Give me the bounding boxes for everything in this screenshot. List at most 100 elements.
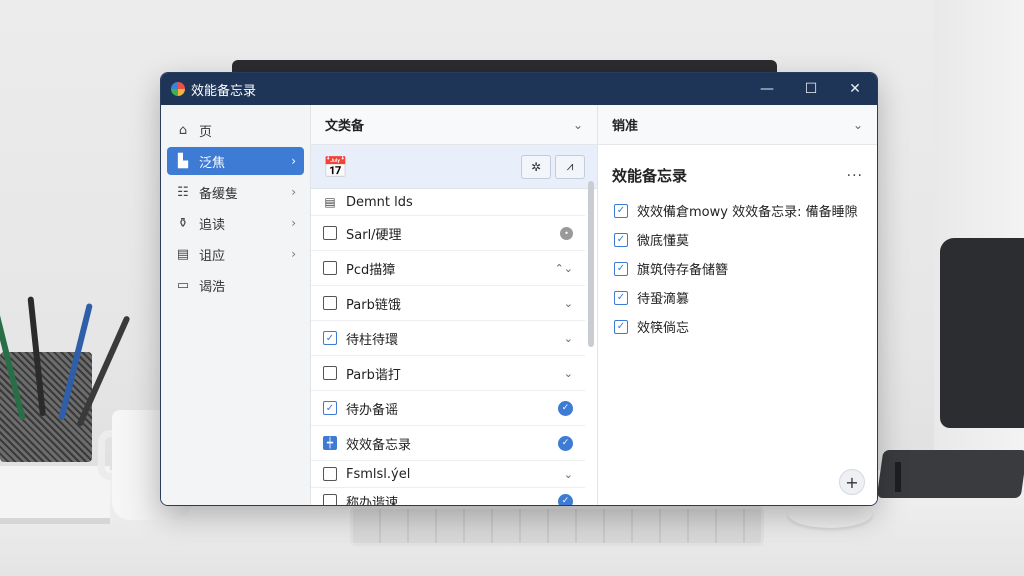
window-controls: — ☐ ✕ [745, 73, 877, 105]
checklist-checkbox[interactable]: ✓ [614, 261, 628, 276]
checklist-checkbox[interactable]: ✓ [614, 319, 628, 334]
list-toolbar: 📅 ✲ ⩘ [311, 145, 597, 189]
list-icon: ☷ [177, 184, 189, 200]
sort-button[interactable]: ⩘ [555, 154, 585, 179]
checklist-item[interactable]: ✓ 微底懂莫 [598, 225, 877, 254]
office-chair [940, 238, 1024, 428]
task-row[interactable]: ▤ Demnt lds [311, 189, 585, 216]
chevron-down-icon[interactable]: ⌄ [573, 118, 583, 132]
checklist-item[interactable]: ✓ 待蛩滴篡 [598, 283, 877, 312]
task-label: Parb链饿 [346, 297, 401, 313]
task-label: Parb谐打 [346, 367, 401, 383]
task-checkbox[interactable] [323, 494, 337, 505]
app-logo-icon [171, 82, 185, 96]
task-row[interactable]: Pcd描獐 ⌃⌄ [311, 251, 585, 286]
task-label: 效效备忘录 [346, 437, 412, 453]
task-row[interactable]: 称办谐谏 ✓ [311, 488, 585, 506]
add-button[interactable]: + [839, 469, 865, 495]
task-label: Pcd描獐 [346, 262, 396, 278]
task-checkbox[interactable] [323, 226, 337, 240]
task-label: Demnt lds [346, 194, 413, 210]
detail-header-title: 销准 [612, 119, 639, 134]
sidebar: ⌂ 页 ▙ 泛焦 › ☷ 备缓隻 › ⚱ 追读 › ▤ 诅应 › ▭ 谒浩 [161, 105, 311, 505]
chevron-down-icon[interactable]: ⌄ [564, 468, 573, 481]
checklist-checkbox[interactable]: ✓ [614, 203, 628, 218]
task-label: 待柱待環 [346, 332, 399, 348]
title-bar: 效能备忘录 — ☐ ✕ [161, 73, 877, 105]
task-row[interactable]: Parb链饿 ⌄ [311, 286, 585, 321]
checklist-item[interactable]: ✓ 效筷倘忘 [598, 312, 877, 341]
task-row[interactable]: Sarl/硬理 • [311, 216, 585, 251]
checklist-item-label: 效效備倉mowy 效效备忘录: 備备睡隙 [637, 205, 858, 220]
checklist-item-label: 微底懂莫 [637, 234, 690, 249]
minimize-button[interactable]: — [745, 73, 789, 105]
window-title: 效能备忘录 [191, 83, 257, 99]
task-row[interactable]: Fsmlsl.ýel ⌄ [311, 461, 585, 488]
filter-button[interactable]: ✲ [521, 154, 551, 179]
more-options-icon[interactable]: ··· [847, 168, 863, 184]
list-header[interactable]: 文类备 ⌄ [311, 105, 597, 145]
completed-icon[interactable]: ✓ [558, 400, 573, 416]
sidebar-item-label: 页 [199, 124, 213, 140]
completed-icon[interactable]: ✓ [558, 493, 573, 505]
checklist-item-label: 待蛩滴篡 [637, 292, 690, 307]
task-row[interactable]: ┿ 效效备忘录 ✓ [311, 426, 585, 461]
task-row[interactable]: ✓ 待柱待環 ⌄ [311, 321, 585, 356]
sidebar-item[interactable]: ⚱ 追读 › [167, 209, 304, 237]
checklist-checkbox[interactable]: ✓ [614, 232, 628, 247]
checklist: ✓ 效效備倉mowy 效效备忘录: 備备睡隙 ✓ 微底懂莫 ✓ 旗筑侍存备储簪 ✓ 待蛩滴篡 ✓… [598, 196, 877, 341]
task-checkbox[interactable]: ✓ [323, 401, 337, 415]
chevron-down-icon[interactable]: ⌄ [853, 118, 863, 132]
close-button[interactable]: ✕ [833, 73, 877, 105]
status-dot-icon[interactable]: • [560, 226, 573, 240]
scrollbar[interactable] [588, 181, 594, 347]
sidebar-item[interactable]: ⌂ 页 [167, 116, 304, 144]
task-checkbox[interactable] [323, 467, 337, 481]
home-icon: ⌂ [178, 122, 188, 138]
detail-title: 效能备忘录 [612, 167, 688, 185]
folder-icon: ▤ [176, 246, 190, 262]
sidebar-item[interactable]: ☷ 备缓隻 › [167, 178, 304, 206]
chevron-down-icon[interactable]: ⌄ [564, 332, 573, 345]
chevron-right-icon: › [291, 247, 296, 261]
chevron-right-icon: › [291, 185, 296, 199]
notebook-strap [895, 462, 901, 492]
chevron-right-icon: › [291, 154, 296, 168]
chevron-down-icon[interactable]: ⌄ [564, 297, 573, 310]
calendar-icon[interactable]: 📅 [323, 155, 348, 179]
task-checkbox[interactable]: ┿ [323, 436, 337, 450]
maximize-button[interactable]: ☐ [789, 73, 833, 105]
checklist-checkbox[interactable]: ✓ [614, 290, 628, 305]
sidebar-item-label: 诅应 [199, 248, 226, 264]
tag-icon: ⚱ [177, 215, 189, 231]
sidebar-item[interactable]: ▙ 泛焦 › [167, 147, 304, 175]
sidebar-item[interactable]: ▤ 诅应 › [167, 240, 304, 268]
calendar-icon: ▤ [324, 195, 336, 209]
detail-panel: 销准 ⌄ 效能备忘录 ··· ✓ 效效備倉mowy 效效备忘录: 備备睡隙 ✓ 微底懂… [598, 105, 877, 505]
chevron-down-icon[interactable]: ⌃⌄ [555, 262, 573, 275]
task-label: 待办备谣 [346, 402, 399, 418]
checklist-item[interactable]: ✓ 效效備倉mowy 效效备忘录: 備备睡隙 [598, 196, 877, 225]
detail-header[interactable]: 销准 ⌄ [598, 105, 877, 145]
task-checkbox[interactable] [323, 296, 337, 310]
bookmark-icon: ▙ [178, 153, 188, 169]
checklist-item[interactable]: ✓ 旗筑侍存备储簪 [598, 254, 877, 283]
pen-holder [0, 352, 92, 462]
list-header-title: 文类备 [325, 119, 365, 134]
completed-icon[interactable]: ✓ [558, 435, 573, 451]
task-label: 称办谐谏 [346, 495, 399, 506]
chevron-down-icon[interactable]: ⌄ [564, 367, 573, 380]
sidebar-item[interactable]: ▭ 谒浩 [167, 271, 304, 299]
task-checkbox[interactable]: ✓ [323, 331, 337, 345]
checklist-item-label: 效筷倘忘 [637, 321, 690, 336]
task-row[interactable]: Parb谐打 ⌄ [311, 356, 585, 391]
task-checkbox[interactable] [323, 366, 337, 380]
task-checkbox[interactable] [323, 261, 337, 275]
chevron-right-icon: › [291, 216, 296, 230]
task-list: ▤ Demnt lds Sarl/硬理 • Pcd描獐 ⌃⌄ Parb链饿 ⌄ ✓ 待柱待環 ⌄ Pa… [311, 189, 597, 506]
task-label: Sarl/硬理 [346, 227, 402, 243]
task-row[interactable]: ✓ 待办备谣 ✓ [311, 391, 585, 426]
checklist-item-label: 旗筑侍存备储簪 [637, 263, 729, 278]
keyboard [350, 506, 764, 546]
sidebar-item-label: 谒浩 [199, 279, 226, 295]
